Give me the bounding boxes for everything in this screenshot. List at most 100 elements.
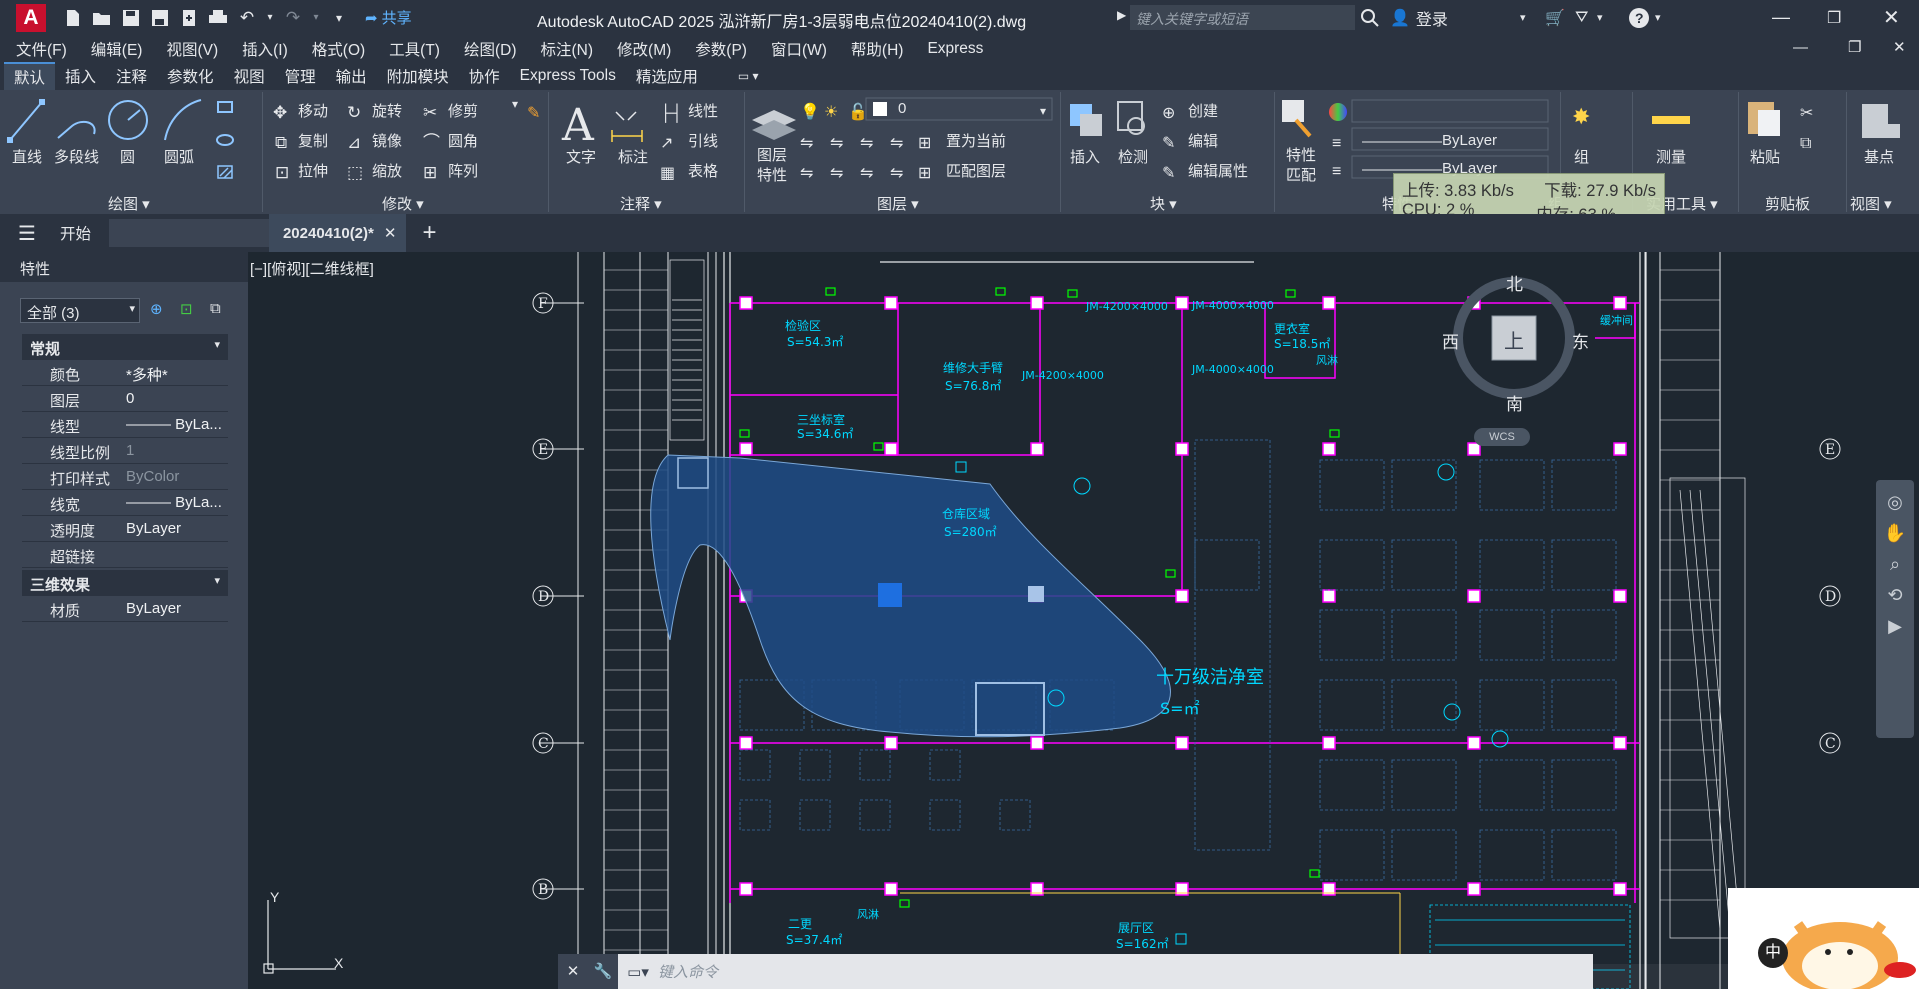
- menu-modify[interactable]: 修改(M): [617, 38, 671, 60]
- ime-mode-label[interactable]: 中: [1758, 938, 1788, 968]
- stretch-button[interactable]: 拉伸: [298, 160, 328, 181]
- trim-button[interactable]: 修剪: [448, 100, 478, 121]
- text-button[interactable]: 文字: [566, 146, 596, 167]
- leader-button[interactable]: 引线: [688, 130, 718, 151]
- fillet-button[interactable]: 圆角: [448, 130, 478, 151]
- property-row[interactable]: 颜色 *多种*: [22, 360, 228, 386]
- line-button[interactable]: 直线: [12, 146, 42, 167]
- wcs-menu[interactable]: WCS: [1474, 428, 1530, 446]
- menu-dimension[interactable]: 标注(N): [541, 38, 594, 60]
- property-row[interactable]: 材质 ByLayer: [22, 596, 228, 622]
- login-dropdown-icon[interactable]: ▾: [1520, 0, 1526, 35]
- base-point-button[interactable]: 基点: [1864, 146, 1894, 167]
- layer-properties-button[interactable]: 图层 特性: [757, 146, 787, 186]
- save-icon[interactable]: [120, 7, 142, 29]
- search-expand-icon[interactable]: ▶: [1117, 8, 1126, 22]
- selection-dropdown[interactable]: 全部 (3) ▾: [20, 298, 140, 323]
- save-as-icon[interactable]: [149, 7, 171, 29]
- menu-window[interactable]: 窗口(W): [771, 38, 827, 60]
- tab-insert[interactable]: 插入: [55, 62, 106, 90]
- new-tab-icon[interactable]: +: [422, 219, 436, 247]
- arc-button[interactable]: 圆弧: [164, 146, 194, 167]
- help-search-input[interactable]: 键入关键字或短语: [1130, 5, 1355, 30]
- mirror-button[interactable]: 镜像: [372, 130, 402, 151]
- make-current-button[interactable]: 置为当前: [946, 130, 1006, 151]
- tab-addins[interactable]: 附加模块: [377, 62, 459, 90]
- command-customize-icon[interactable]: 🔧: [588, 954, 618, 989]
- steering-wheel-icon[interactable]: ◎: [1887, 492, 1903, 513]
- property-row[interactable]: 超链接: [22, 542, 228, 568]
- command-input[interactable]: 键入命令: [658, 961, 718, 982]
- command-close-icon[interactable]: ✕: [558, 954, 588, 989]
- toggle-pickadd-icon[interactable]: ⊕: [150, 300, 163, 318]
- undo-icon[interactable]: ↶: [236, 7, 258, 29]
- current-file-tab[interactable]: 20240410(2)* ✕: [268, 214, 407, 252]
- search-icon[interactable]: [1360, 0, 1380, 35]
- property-row[interactable]: 线型比例 1: [22, 438, 228, 464]
- linear-button[interactable]: 线性: [688, 100, 718, 121]
- ime-mascot-widget[interactable]: 中: [1728, 888, 1919, 989]
- dimension-button[interactable]: 标注: [618, 146, 648, 167]
- viewport-controls[interactable]: [−][俯视][二维线框]: [250, 258, 374, 279]
- publish-icon[interactable]: [178, 7, 200, 29]
- showmotion-icon[interactable]: ▶: [1888, 616, 1902, 637]
- orbit-icon[interactable]: ⟲: [1887, 585, 1902, 606]
- view-cube-face-top[interactable]: 上: [1504, 325, 1524, 354]
- property-row[interactable]: 线宽 ——— ByLa...: [22, 490, 228, 516]
- layers-panel-title[interactable]: 图层 ▾: [877, 193, 919, 214]
- property-row[interactable]: 透明度 ByLayer: [22, 516, 228, 542]
- hidden-file-tab[interactable]: [108, 219, 269, 247]
- minimize-icon[interactable]: —: [1772, 0, 1790, 35]
- compass-west[interactable]: 西: [1442, 328, 1459, 353]
- pan-icon[interactable]: ✋: [1884, 523, 1906, 544]
- app-menu-icon[interactable]: ☰: [18, 221, 36, 246]
- new-file-icon[interactable]: [62, 7, 84, 29]
- tab-express-tools[interactable]: Express Tools: [510, 62, 626, 90]
- scale-button[interactable]: 缩放: [372, 160, 402, 181]
- rotate-button[interactable]: 旋转: [372, 100, 402, 121]
- compass-south[interactable]: 南: [1506, 390, 1523, 415]
- plot-icon[interactable]: [207, 7, 229, 29]
- draw-panel-title[interactable]: 绘图 ▾: [108, 193, 150, 214]
- zoom-icon[interactable]: ⌕: [1890, 554, 1900, 575]
- tab-manage[interactable]: 管理: [275, 62, 326, 90]
- menu-file[interactable]: 文件(F): [16, 38, 67, 60]
- autocad-logo[interactable]: A: [16, 3, 46, 32]
- match-layer-button[interactable]: 匹配图层: [946, 160, 1006, 181]
- polyline-button[interactable]: 多段线: [54, 146, 99, 167]
- drawing-area[interactable]: F E D C B E D C 检验区 S=54.3㎡ 维修大手臂 S=76.8…: [248, 252, 1919, 989]
- move-button[interactable]: 移动: [298, 100, 328, 121]
- linetype-dropdown[interactable]: ByLayer: [1442, 132, 1497, 149]
- current-layer-dropdown[interactable]: 0: [898, 100, 906, 117]
- login-button[interactable]: 👤 登录: [1390, 0, 1448, 35]
- cart-icon[interactable]: 🛒: [1545, 0, 1565, 35]
- tab-close-icon[interactable]: ✕: [384, 224, 397, 242]
- tab-output[interactable]: 输出: [326, 62, 377, 90]
- copy-button[interactable]: 复制: [298, 130, 328, 151]
- edit-attributes-button[interactable]: 编辑属性: [1188, 160, 1248, 181]
- menu-view[interactable]: 视图(V): [166, 38, 218, 60]
- modify-panel-title[interactable]: 修改 ▾: [382, 193, 424, 214]
- redo-icon[interactable]: ↷: [282, 7, 304, 29]
- command-history-icon[interactable]: ▭▾: [618, 963, 658, 981]
- tab-annotate[interactable]: 注释: [106, 62, 157, 90]
- redo-dropdown-icon[interactable]: ▾: [311, 7, 321, 29]
- help-dropdown-icon[interactable]: ▾: [1655, 0, 1661, 35]
- customize-toolbar-icon[interactable]: ▾: [328, 7, 350, 29]
- share-button[interactable]: ➦ 共享: [365, 7, 412, 28]
- autodesk-app-icon[interactable]: ⛛: [1575, 0, 1588, 35]
- drawing-close-icon[interactable]: ✕: [1893, 38, 1906, 56]
- array-button[interactable]: 阵列: [448, 160, 478, 181]
- drawing-minimize-icon[interactable]: —: [1793, 39, 1808, 56]
- match-properties-button[interactable]: 特性 匹配: [1286, 146, 1316, 186]
- tab-view[interactable]: 视图: [224, 62, 275, 90]
- start-tab[interactable]: 开始: [60, 222, 91, 244]
- edit-block-button[interactable]: 编辑: [1188, 130, 1218, 151]
- select-objects-icon[interactable]: ⊡: [180, 300, 193, 318]
- property-row[interactable]: 打印样式 ByColor: [22, 464, 228, 490]
- view-panel-title[interactable]: 视图 ▾: [1850, 193, 1892, 214]
- property-row[interactable]: 线型 ——— ByLa...: [22, 412, 228, 438]
- menu-tools[interactable]: 工具(T): [389, 38, 440, 60]
- tab-featured-apps[interactable]: 精选应用: [626, 62, 708, 90]
- menu-draw[interactable]: 绘图(D): [464, 38, 517, 60]
